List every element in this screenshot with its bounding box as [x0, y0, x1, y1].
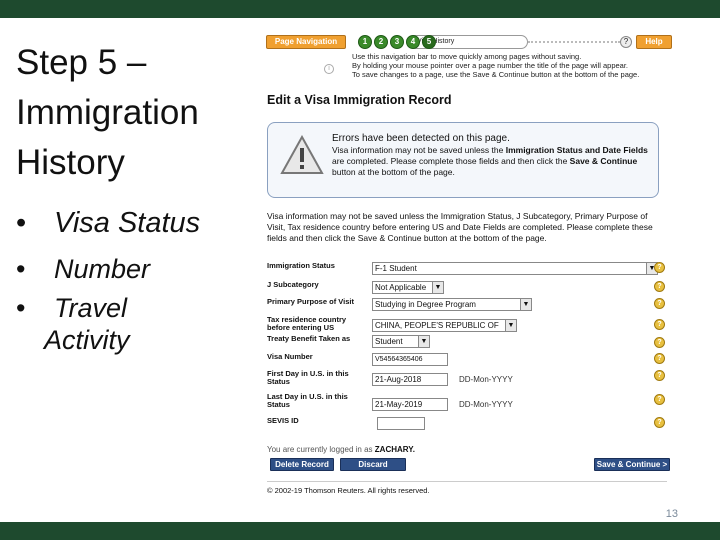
primary-purpose-label: Primary Purpose of Visit: [267, 297, 354, 306]
bullet-travel: Travel: [16, 292, 251, 324]
tax-residence-row: Tax residence country before entering US…: [267, 316, 667, 336]
first-day-row: First Day in U.S. in this Status 21-Aug-…: [267, 370, 667, 390]
warning-icon: [280, 135, 324, 174]
treaty-benefit-label: Treaty Benefit Taken as: [267, 334, 351, 343]
last-day-help-icon[interactable]: ?: [654, 394, 665, 405]
error-text: Visa information may not be saved unless…: [332, 145, 648, 177]
footer-divider: [267, 481, 667, 482]
page-4-button[interactable]: 4: [406, 35, 420, 49]
immigration-status-label: Immigration Status: [267, 261, 335, 270]
help-button[interactable]: Help: [636, 35, 672, 49]
form-description: Visa information may not be saved unless…: [267, 211, 653, 243]
info-icon: i: [324, 64, 334, 74]
first-day-format: DD-Mon-YYYY: [459, 375, 513, 384]
tax-residence-select[interactable]: CHINA, PEOPLE'S REPUBLIC OF ▼: [372, 319, 517, 332]
j-subcategory-select[interactable]: Not Applicable ▼: [372, 281, 444, 294]
sevis-id-help-icon[interactable]: ?: [654, 417, 665, 428]
primary-purpose-help-icon[interactable]: ?: [654, 298, 665, 309]
j-subcategory-label: J Subcategory: [267, 280, 319, 289]
treaty-benefit-row: Treaty Benefit Taken as Student ▼: [267, 335, 667, 351]
primary-purpose-select[interactable]: Studying in Degree Program ▼: [372, 298, 532, 311]
chevron-down-icon: ▼: [520, 299, 531, 310]
first-day-label: First Day in U.S. in this Status: [267, 369, 349, 386]
immigration-status-select[interactable]: F-1 Student ▼: [372, 262, 658, 275]
last-day-format: DD-Mon-YYYY: [459, 400, 513, 409]
page-navigation-button[interactable]: Page Navigation: [266, 35, 346, 49]
last-day-label: Last Day in U.S. in this Status: [267, 392, 348, 409]
sevis-id-row: SEVIS ID: [267, 417, 667, 433]
visa-number-input[interactable]: V54564365406: [372, 353, 448, 366]
glacier-screenshot: Page Navigation Visa History 1 2 3 4 5 ?…: [262, 28, 674, 498]
chevron-down-icon: ▼: [418, 336, 429, 347]
page-3-button[interactable]: 3: [390, 35, 404, 49]
slide-number: 13: [665, 508, 678, 520]
slide-bullets: Visa Status Number Travel Activity: [16, 200, 251, 356]
nav-instruction-1: Use this navigation bar to move quickly …: [352, 52, 582, 61]
save-continue-button[interactable]: Save & Continue >: [594, 458, 670, 471]
discard-changes-button[interactable]: Discard Changes: [340, 458, 406, 480]
bullet-number: Number: [16, 246, 251, 292]
sevis-id-label: SEVIS ID: [267, 416, 299, 425]
last-day-input[interactable]: 21-May-2019: [372, 398, 448, 411]
visa-number-label: Visa Number: [267, 352, 313, 361]
chevron-down-icon: ▼: [505, 320, 516, 331]
j-subcategory-row: J Subcategory Not Applicable ▼: [267, 281, 667, 297]
visa-number-row: Visa Number V54564365406: [267, 353, 667, 369]
first-day-help-icon[interactable]: ?: [654, 370, 665, 381]
treaty-benefit-select[interactable]: Student ▼: [372, 335, 430, 348]
j-subcategory-help-icon[interactable]: ?: [654, 281, 665, 292]
bullet-activity: Activity: [44, 325, 130, 355]
primary-purpose-row: Primary Purpose of Visit Studying in Deg…: [267, 298, 667, 314]
page-5-button[interactable]: 5: [422, 35, 436, 49]
immigration-status-help-icon[interactable]: ?: [654, 262, 665, 273]
nav-dotted-line: [528, 41, 620, 43]
logged-in-status: You are currently logged in as ZACHARY.: [267, 445, 415, 454]
tax-residence-label: Tax residence country before entering US: [267, 315, 347, 332]
visa-number-help-icon[interactable]: ?: [654, 353, 665, 364]
slide-title-line-1: Step 5 –: [16, 43, 147, 82]
first-day-input[interactable]: 21-Aug-2018: [372, 373, 448, 386]
page-1-button[interactable]: 1: [358, 35, 372, 49]
navigation-instructions: Use this navigation bar to move quickly …: [352, 52, 672, 79]
page-2-button[interactable]: 2: [374, 35, 388, 49]
chevron-down-icon: ▼: [432, 282, 443, 293]
sevis-id-input[interactable]: [377, 417, 425, 430]
slide-title: Step 5 – Immigration History: [16, 38, 246, 188]
immigration-status-row: Immigration Status F-1 Student ▼: [267, 262, 667, 278]
top-band: [0, 0, 720, 18]
nav-instruction-3: To save changes to a page, use the Save …: [352, 70, 640, 79]
slide-title-line-2: Immigration: [16, 93, 199, 132]
error-title: Errors have been detected on this page.: [332, 133, 510, 144]
error-message-box: Errors have been detected on this page. …: [267, 122, 659, 198]
bottom-band: [0, 522, 720, 540]
page-title: Edit a Visa Immigration Record: [267, 93, 452, 107]
last-day-row: Last Day in U.S. in this Status 21-May-2…: [267, 393, 667, 413]
delete-record-button[interactable]: Delete Record: [270, 458, 334, 471]
nav-instruction-2: By holding your mouse pointer over a pag…: [352, 61, 629, 70]
help-question-icon[interactable]: ?: [620, 36, 632, 48]
tax-residence-help-icon[interactable]: ?: [654, 319, 665, 330]
copyright-text: © 2002-19 Thomson Reuters. All rights re…: [267, 486, 430, 495]
page-navigation-bar: Page Navigation Visa History 1 2 3 4 5 ?…: [266, 34, 672, 50]
slide-title-line-3: History: [16, 143, 125, 182]
treaty-benefit-help-icon[interactable]: ?: [654, 337, 665, 348]
bullet-visa-status: Visa Status: [16, 200, 251, 246]
